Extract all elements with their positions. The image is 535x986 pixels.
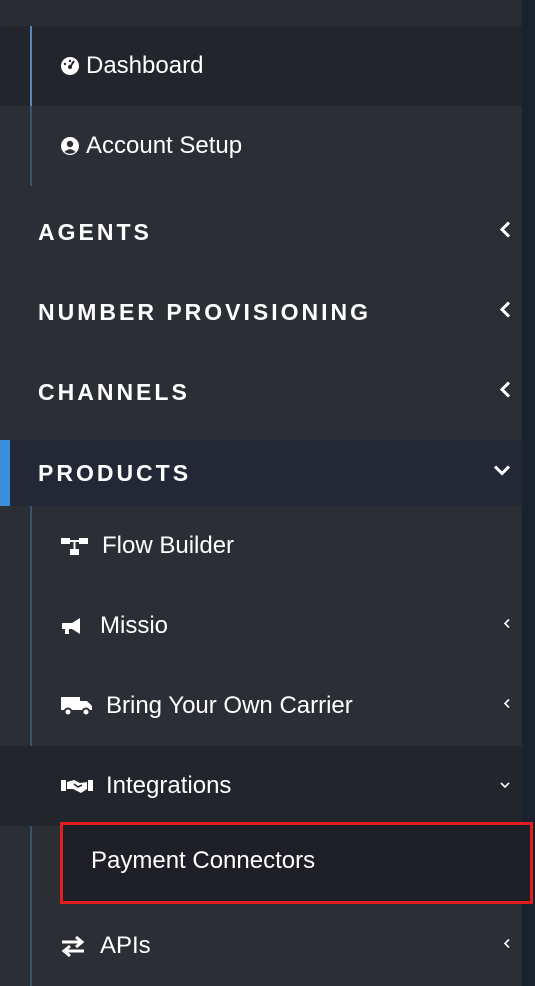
sidebar-item-missio[interactable]: Missio [0, 586, 522, 666]
section-products[interactable]: PRODUCTS [0, 440, 522, 506]
section-label: NUMBER PROVISIONING [38, 298, 372, 325]
chevron-left-icon [502, 937, 512, 956]
sidebar-item-label: Integrations [106, 772, 232, 799]
handshake-icon [60, 776, 106, 796]
sidebar-item-integrations[interactable]: Integrations [0, 746, 522, 826]
sidebar-item-apis[interactable]: APIs [0, 906, 522, 986]
chevron-left-icon [498, 380, 512, 405]
chevron-down-icon [498, 777, 512, 795]
section-channels[interactable]: CHANNELS [0, 352, 522, 432]
chevron-down-icon [492, 464, 512, 483]
active-indicator [30, 26, 32, 106]
chevron-left-icon [502, 697, 512, 716]
sidebar-item-label: Dashboard [86, 52, 204, 79]
truck-icon [60, 695, 106, 717]
sidebar-item-label: Missio [100, 612, 169, 639]
megaphone-icon [60, 616, 100, 636]
sidebar-item-label: Flow Builder [102, 532, 235, 559]
sitemap-icon [60, 536, 102, 556]
section-label: CHANNELS [38, 378, 190, 405]
sidebar-item-dashboard[interactable]: Dashboard [0, 26, 522, 106]
sidebar-item-account-setup[interactable]: Account Setup [0, 106, 522, 186]
sidebar-top-strip [0, 0, 522, 26]
tachometer-icon [60, 56, 86, 76]
section-label: AGENTS [38, 218, 152, 245]
exchange-arrows-icon [60, 935, 100, 957]
chevron-left-icon [498, 220, 512, 245]
user-circle-icon [60, 136, 86, 156]
chevron-left-icon [502, 617, 512, 636]
sidebar-item-label: Account Setup [86, 132, 243, 159]
section-active-indicator [0, 440, 10, 506]
sidebar-item-byoc[interactable]: Bring Your Own Carrier [0, 666, 522, 746]
chevron-left-icon [498, 300, 512, 325]
section-number-provisioning[interactable]: NUMBER PROVISIONING [0, 272, 522, 352]
sidebar-item-payment-connectors[interactable]: Payment Connectors [91, 847, 315, 875]
section-label: PRODUCTS [38, 459, 192, 486]
sidebar-item-flow-builder[interactable]: Flow Builder [0, 506, 522, 586]
sidebar-item-label: Bring Your Own Carrier [106, 692, 353, 719]
section-agents[interactable]: AGENTS [0, 192, 522, 272]
sidebar-item-label: APIs [100, 932, 151, 959]
